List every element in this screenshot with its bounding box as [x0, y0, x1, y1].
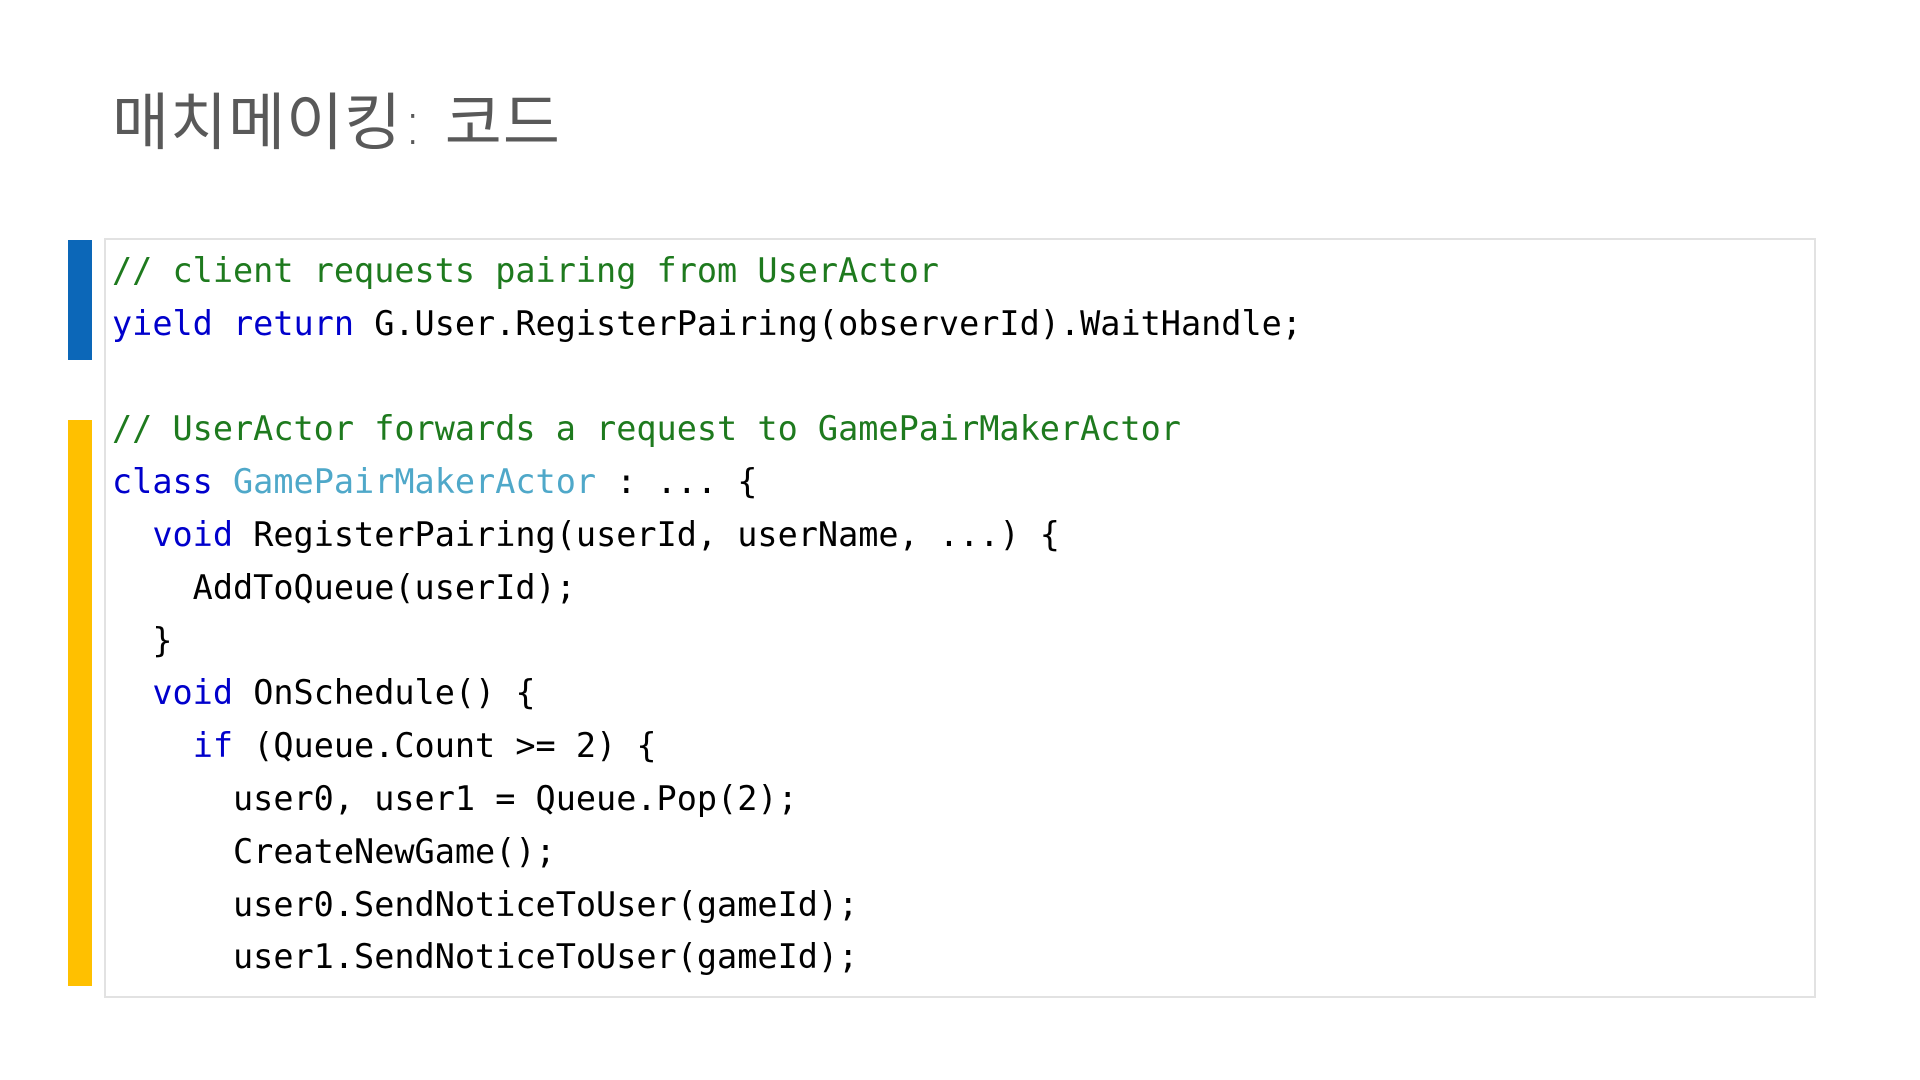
code-line: user0.SendNoticeToUser(gameId); [112, 879, 1852, 932]
page-title: 매치메이킹: 코드 [112, 86, 561, 159]
code-line: void RegisterPairing(userId, userName, .… [112, 509, 1852, 562]
code-token-keyword: if [192, 726, 234, 766]
code-line: } [112, 615, 1852, 668]
code-token-type: GamePairMakerActor [233, 462, 597, 502]
code-line: CreateNewGame(); [112, 826, 1852, 879]
code-token-keyword: void [152, 514, 234, 554]
code-token-keyword: yield return [112, 303, 355, 343]
code-token-plain: OnSchedule() { [233, 673, 536, 713]
code-listing: // client requests pairing from UserActo… [112, 245, 1852, 984]
code-token-plain: (Queue.Count >= 2) { [233, 726, 657, 766]
code-token-plain: } [112, 620, 173, 660]
code-line: if (Queue.Count >= 2) { [112, 720, 1852, 773]
code-token-comment: // client requests pairing from UserActo… [112, 251, 939, 290]
code-line: yield return G.User.RegisterPairing(obse… [112, 298, 1852, 351]
code-token-plain: G.User.RegisterPairing(observerId).WaitH… [354, 303, 1302, 343]
code-token-plain: CreateNewGame(); [112, 831, 556, 871]
code-line: AddToQueue(userId); [112, 562, 1852, 615]
accent-bar-orange [68, 420, 92, 986]
code-line: // UserActor forwards a request to GameP… [112, 403, 1852, 456]
code-token-plain: AddToQueue(userId); [112, 567, 576, 607]
code-line: user1.SendNoticeToUser(gameId); [112, 931, 1852, 984]
code-token-plain: user0.SendNoticeToUser(gameId); [112, 884, 859, 924]
code-line: // client requests pairing from UserActo… [112, 245, 1852, 298]
code-token-plain: RegisterPairing(userId, userName, ...) { [233, 514, 1060, 554]
code-token-plain: user1.SendNoticeToUser(gameId); [112, 937, 859, 977]
code-token-keyword: void [152, 673, 234, 713]
presentation-slide: 매치메이킹: 코드 // client requests pairing fro… [0, 0, 1920, 1080]
code-line: user0, user1 = Queue.Pop(2); [112, 773, 1852, 826]
code-line: void OnSchedule() { [112, 667, 1852, 720]
code-token-plain: : ... { [596, 462, 758, 502]
code-token-comment: // UserActor forwards a request to GameP… [112, 409, 1181, 449]
code-token-keyword: class [112, 462, 213, 502]
code-line: class GamePairMakerActor : ... { [112, 456, 1852, 509]
code-token-plain: user0, user1 = Queue.Pop(2); [112, 778, 798, 818]
accent-bar-blue [68, 240, 92, 360]
